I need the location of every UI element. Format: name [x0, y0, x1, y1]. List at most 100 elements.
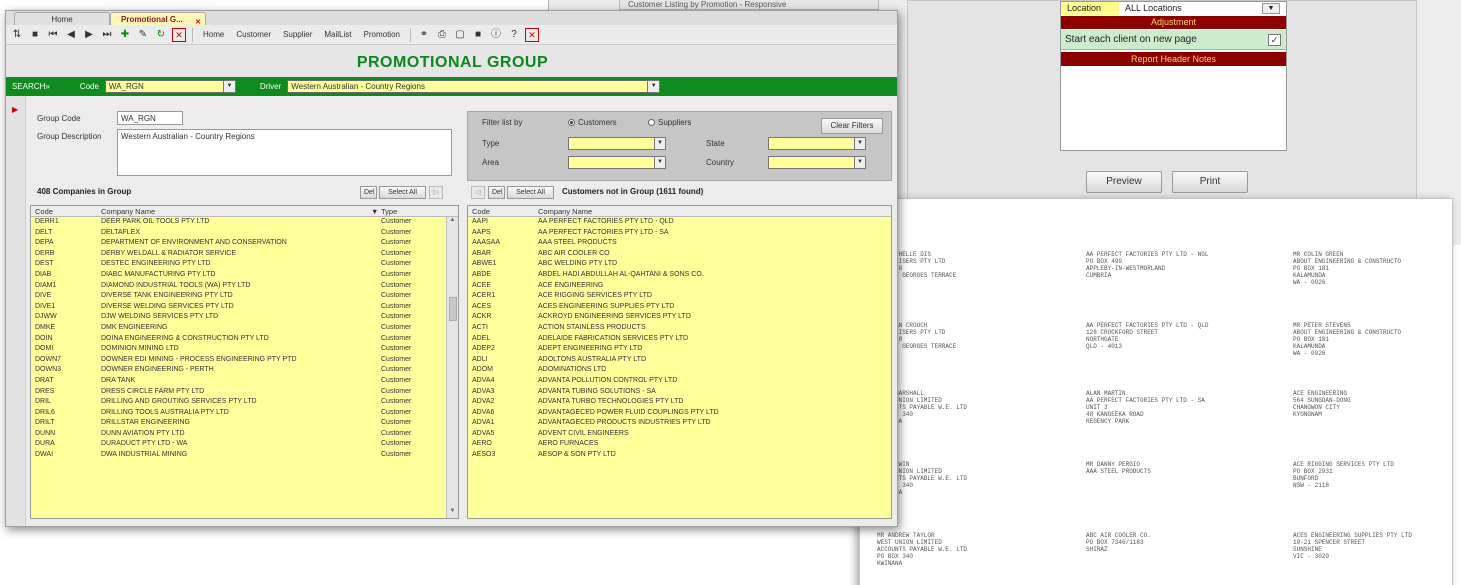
column-header-code[interactable]: Code	[472, 207, 490, 216]
table-row[interactable]: ACES ACES ENGINEERING SUPPLIES PTY LTD	[468, 302, 891, 313]
table-row[interactable]: DRES DRESS CIRCLE FARM PTY LTD Customer	[31, 387, 458, 398]
chevron-down-icon[interactable]: ▼	[222, 80, 236, 93]
new-page-option-row[interactable]: Start each client on new page ✓	[1061, 30, 1286, 50]
table-row[interactable]: AAPS AA PERFECT FACTORIES PTY LTD - SA	[468, 228, 891, 239]
table-row[interactable]: ACKR ACKROYD ENGINEERING SERVICES PTY LTD	[468, 312, 891, 323]
table-row[interactable]: DMKE DMK ENGINEERING Customer	[31, 323, 458, 334]
help-icon[interactable]: ?	[507, 28, 521, 42]
tab-promotional-group[interactable]: Promotional G... ✕	[110, 12, 206, 26]
table-row[interactable]: ABDE ABDEL HADI ABDULLAH AL-QAHTANI & SON…	[468, 270, 891, 281]
toolbar-link-customer[interactable]: Customer	[232, 30, 275, 39]
table-row[interactable]: AAPI AA PERFECT FACTORIES PTY LTD - QLD	[468, 217, 891, 228]
toolbar-link-home[interactable]: Home	[199, 30, 228, 39]
delete-icon[interactable]: ✕	[172, 27, 186, 42]
info-icon[interactable]: ⓘ	[489, 28, 503, 42]
delete-selected-right-button[interactable]: Del	[488, 186, 505, 199]
table-row[interactable]: ADVA1 ADVANTAGECED PRODUCTS INDUSTRIES PT…	[468, 418, 891, 429]
table-row[interactable]: DJWW DJW WELDING SERVICES PTY LTD Customer	[31, 312, 458, 323]
table-row[interactable]: DRAT DRA TANK Customer	[31, 376, 458, 387]
table-row[interactable]: ABAR ABC AIR COOLER CO	[468, 249, 891, 260]
table-row[interactable]: DOIN DOINA ENGINEERING & CONSTRUCTION PTY…	[31, 334, 458, 345]
type-filter-select[interactable]: ▼	[568, 137, 666, 150]
chevron-down-icon[interactable]: ▼	[647, 80, 661, 93]
chevron-down-icon[interactable]: ▼	[854, 156, 866, 169]
table-row[interactable]: DWAI DWA INDUSTRIAL MINING Customer	[31, 450, 458, 461]
next-record-icon[interactable]: ▶	[82, 28, 96, 42]
driver-search-input[interactable]: Western Australian - Country Regions ▼	[287, 80, 661, 93]
table-row[interactable]: DRIL6 DRILLING TOOLS AUSTRALIA PTY LTD Cus…	[31, 408, 458, 419]
select-all-customers-button[interactable]: Select All	[507, 186, 554, 199]
link-icon[interactable]: ⚭	[417, 28, 431, 42]
chevron-down-icon[interactable]: ▼	[1262, 3, 1280, 14]
filter-customers-radio[interactable]: Customers	[568, 118, 617, 127]
refresh-icon[interactable]: ↻	[154, 28, 168, 42]
preview-button[interactable]: Preview	[1086, 171, 1162, 193]
filter-suppliers-radio[interactable]: Suppliers	[648, 118, 691, 127]
table-row[interactable]: DOWN3 DOWNER ENGINEERING - PERTH Customer	[31, 365, 458, 376]
scroll-up-icon[interactable]: ▲	[447, 217, 458, 227]
table-row[interactable]: DERR1 DEER PARK OIL TOOLS PTY LTD Customer	[31, 217, 458, 228]
last-record-icon[interactable]: ⏭	[100, 28, 114, 42]
scrollbar-thumb[interactable]	[449, 297, 457, 321]
previous-record-icon[interactable]: ◀	[64, 28, 78, 42]
area-filter-select[interactable]: ▼	[568, 156, 666, 169]
table-row[interactable]: ADVA5 ADVENT CIVIL ENGINEERS	[468, 429, 891, 440]
column-header-company-name[interactable]: Company Name	[101, 207, 155, 216]
table-row[interactable]: DOMI DOMINION MINING LTD Customer	[31, 344, 458, 355]
close-window-icon[interactable]: ✕	[524, 27, 539, 42]
first-record-icon[interactable]: ⏮	[46, 28, 60, 42]
table-row[interactable]: ADVA6 ADVANTAGECED POWER FLUID COUPLINGS …	[468, 408, 891, 419]
add-record-icon[interactable]: ✚	[118, 28, 132, 42]
table-row[interactable]: DRILT DRILLSTAR ENGINEERING Customer	[31, 418, 458, 429]
print-button[interactable]: Print	[1172, 171, 1248, 193]
table-row[interactable]: DIAB DIABC MANUFACTURING PTY LTD Customer	[31, 270, 458, 281]
new-page-checkbox[interactable]: ✓	[1268, 34, 1281, 46]
table-row[interactable]: ADEP2 ADEPT ENGINEERING PTY LTD	[468, 344, 891, 355]
chevron-down-icon[interactable]: ▼	[854, 137, 866, 150]
location-select[interactable]: ALL Locations	[1119, 2, 1262, 15]
table-row[interactable]: AESO3 AESOP & SON PTY LTD	[468, 450, 891, 461]
table-row[interactable]: DIAM1 DIAMOND INDUSTRIAL TOOLS (WA) PTY L…	[31, 281, 458, 292]
clear-filters-button[interactable]: Clear Filters	[821, 118, 883, 134]
report-header-notes-field[interactable]	[1061, 66, 1286, 150]
print-icon[interactable]: ⎙	[435, 28, 449, 42]
save-icon[interactable]: ■	[28, 28, 42, 42]
table-row[interactable]: DRIL DRILLING AND GROUTING SERVICES PTY L…	[31, 397, 458, 408]
table-row[interactable]: DIVE1 DIVERSE WELDING SERVICES PTY LTD Cus…	[31, 302, 458, 313]
table-row[interactable]: ACER1 ACE RIGGING SERVICES PTY LTD	[468, 291, 891, 302]
select-all-group-button[interactable]: Select All	[379, 186, 426, 199]
move-left-icon[interactable]: ◁	[471, 186, 485, 199]
table-row[interactable]: DURA DURADUCT PTY LTD - WA Customer	[31, 439, 458, 450]
toolbar-link-promotion[interactable]: Promotion	[360, 30, 404, 39]
table-row[interactable]: AAASAA AAA STEEL PRODUCTS	[468, 238, 891, 249]
chevron-down-icon[interactable]: ▼	[654, 137, 666, 150]
column-header-code[interactable]: Code	[35, 207, 53, 216]
table-row[interactable]: ADVA4 ADVANTA POLLUTION CONTROL PTY LTD	[468, 376, 891, 387]
table-row[interactable]: DUNN DUNN AVIATION PTY LTD Customer	[31, 429, 458, 440]
table-row[interactable]: DEPA DEPARTMENT OF ENVIRONMENT AND CONSER…	[31, 238, 458, 249]
edit-icon[interactable]: ✎	[136, 28, 150, 42]
table-row[interactable]: ADOM ADOMINATIONS LTD	[468, 365, 891, 376]
delete-selected-button[interactable]: Del	[360, 186, 377, 199]
table-row[interactable]: DIVE DIVERSE TANK ENGINEERING PTY LTD Cust…	[31, 291, 458, 302]
tab-home[interactable]: Home	[14, 12, 110, 25]
table-row[interactable]: DEST DESTEC ENGINEERING PTY LTD Customer	[31, 259, 458, 270]
sort-icon[interactable]: ⇅	[10, 28, 24, 42]
scrollbar[interactable]: ▲ ▼	[446, 217, 458, 518]
move-right-icon[interactable]: ▷	[429, 186, 443, 199]
scroll-down-icon[interactable]: ▼	[447, 508, 458, 518]
table-row[interactable]: ADVA2 ADVANTA TURBO TECHNOLOGIES PTY LTD	[468, 397, 891, 408]
table-row[interactable]: ABWE1 ABC WELDING PTY LTD	[468, 259, 891, 270]
table-row[interactable]: ACTI ACTION STAINLESS PRODUCTS	[468, 323, 891, 334]
table-row[interactable]: ADVA3 ADVANTA TUBING SOLUTIONS - SA	[468, 387, 891, 398]
table-row[interactable]: ADEL ADELAIDE FABRICATION SERVICES PTY LT…	[468, 334, 891, 345]
table-row[interactable]: AERO AERO FURNACES	[468, 439, 891, 450]
state-filter-select[interactable]: ▼	[768, 137, 866, 150]
column-header-type[interactable]: Type	[381, 207, 397, 216]
group-description-field[interactable]: Western Australian - Country Regions	[117, 129, 452, 176]
document-icon[interactable]: ▢	[453, 28, 467, 42]
code-search-input[interactable]: WA_RGN ▼	[104, 80, 236, 93]
table-row[interactable]: ADLI ADOLTONS AUSTRALIA PTY LTD	[468, 355, 891, 366]
table-row[interactable]: DELT DELTAFLEX Customer	[31, 228, 458, 239]
table-row[interactable]: ACEE ACE ENGINEERING	[468, 281, 891, 292]
